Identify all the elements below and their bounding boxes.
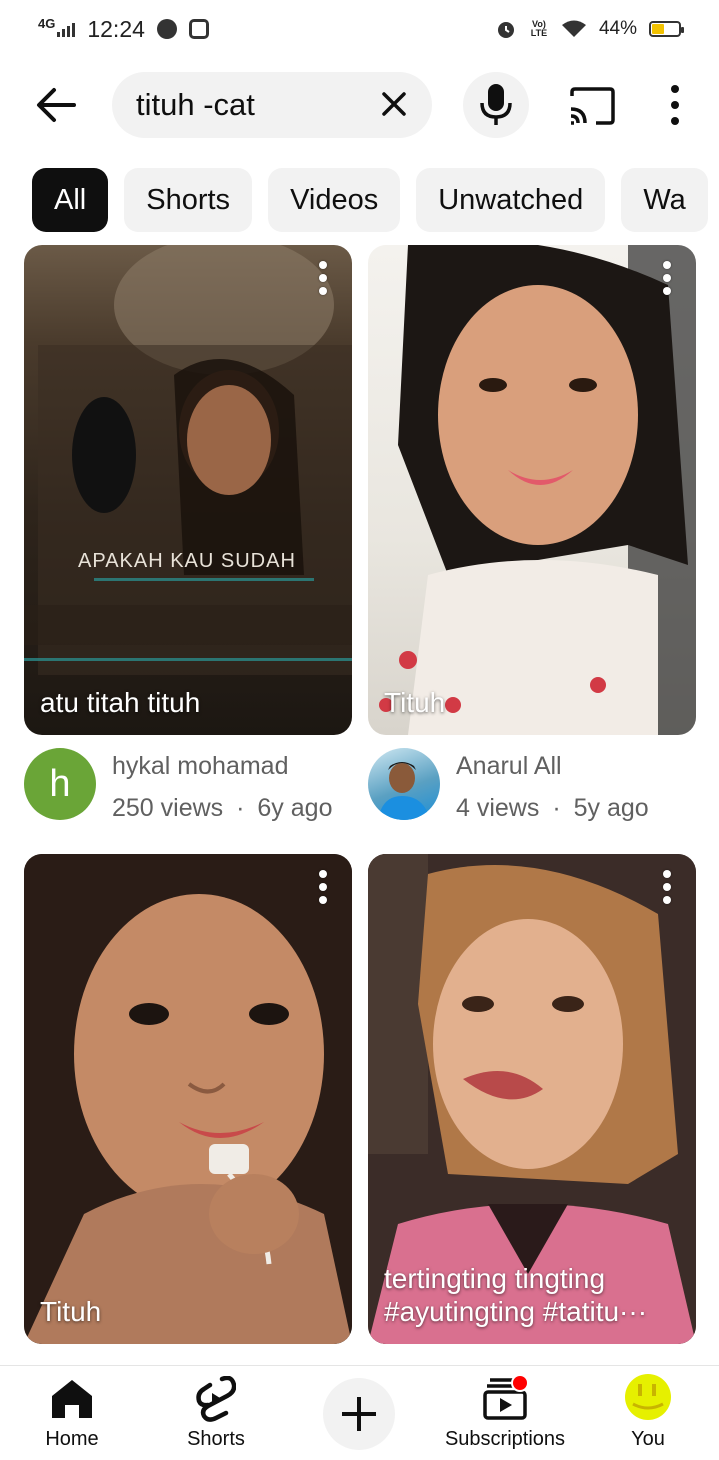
close-icon [382, 92, 406, 116]
network-type: 4G [38, 15, 56, 31]
video-menu-button[interactable] [318, 261, 328, 295]
video-thumbnail[interactable]: Tituh [24, 854, 352, 1344]
thumbnail-image [379, 245, 696, 735]
nav-subscriptions[interactable]: Subscriptions [440, 1366, 570, 1460]
search-input[interactable]: tituh -cat [112, 72, 432, 138]
create-button[interactable] [323, 1378, 395, 1450]
search-query: tituh -cat [136, 87, 255, 122]
more-vertical-icon [663, 870, 671, 878]
avatar-photo [378, 762, 430, 820]
video-title: tertingting tingting #ayutingting #tatit… [384, 1263, 648, 1327]
shorts-icon [196, 1376, 236, 1422]
avatar-image [632, 1384, 664, 1410]
channel-avatar[interactable]: h [24, 748, 96, 820]
chip-watched[interactable]: Wa [621, 168, 708, 232]
nav-subscriptions-label: Subscriptions [444, 1428, 566, 1450]
nav-home[interactable]: Home [22, 1366, 122, 1460]
search-header: tituh -cat [0, 72, 719, 138]
plus-icon [342, 1397, 376, 1431]
menu-dot [663, 896, 671, 904]
menu-dot [319, 896, 327, 904]
clear-search-button[interactable] [380, 90, 408, 118]
video-title: Tituh [40, 1296, 102, 1327]
signal-icon [57, 21, 76, 37]
video-meta: h hykal mohamad 250 views · 6y ago [24, 748, 354, 828]
menu-dot [319, 287, 327, 295]
chip-unwatched[interactable]: Unwatched [416, 168, 606, 232]
status-right: Vo) LTE 44% [495, 18, 684, 40]
thumbnail-image [24, 245, 352, 675]
nav-you-label: You [631, 1428, 665, 1450]
channel-name: hykal mohamad [112, 752, 289, 780]
status-left: 4G 12:24 [38, 16, 209, 43]
channel-avatar[interactable] [368, 748, 440, 820]
volte-icon: Vo) LTE [530, 19, 548, 38]
view-count: 4 views [456, 794, 540, 822]
video-thumbnail[interactable]: Tituh [368, 245, 696, 735]
channel-name: Anarul All [456, 752, 562, 780]
chip-videos[interactable]: Videos [268, 168, 401, 232]
bottom-navigation: Home Shorts Subscriptions You [0, 1365, 719, 1460]
thumbnail-caption: APAKAH KAU SUDAH [78, 550, 296, 572]
more-vertical-icon [319, 261, 327, 269]
chip-all[interactable]: All [32, 168, 109, 232]
status-bar: 4G 12:24 Vo) LTE 44% [0, 0, 719, 58]
battery-percent: 44% [598, 18, 637, 39]
mic-icon [480, 84, 512, 125]
voice-search-button[interactable] [463, 72, 529, 138]
menu-dot [319, 883, 327, 891]
video-title: atu titah tituh [40, 687, 201, 718]
clock: 12:24 [87, 15, 145, 42]
nav-you[interactable]: You [598, 1366, 698, 1460]
alarm-icon [497, 22, 514, 38]
menu-dot [663, 274, 671, 282]
video-stats: 250 views · 6y ago [112, 794, 332, 823]
menu-dot [663, 287, 671, 295]
video-menu-button[interactable] [662, 870, 672, 904]
more-dot [671, 101, 679, 109]
notification-dot [511, 1374, 529, 1392]
nav-shorts[interactable]: Shorts [166, 1366, 266, 1460]
menu-dot [319, 274, 327, 282]
stats-separator: · [236, 794, 245, 822]
messenger-icon [156, 19, 177, 39]
video-stats: 4 views · 5y ago [456, 794, 649, 823]
video-menu-button[interactable] [318, 870, 328, 904]
cast-icon [570, 87, 615, 125]
avatar-letter: h [49, 762, 71, 805]
arrow-left-icon [37, 88, 76, 122]
thumbnail-image [24, 854, 352, 1344]
video-thumbnail[interactable]: APAKAH KAU SUDAH atu titah tituh [24, 245, 352, 735]
upload-age: 6y ago [257, 794, 333, 822]
video-title: Tituh [384, 687, 446, 718]
you-avatar [625, 1374, 671, 1420]
nav-home-label: Home [45, 1428, 99, 1450]
video-meta: Anarul All 4 views · 5y ago [368, 748, 698, 828]
view-count: 250 views [112, 794, 224, 822]
wifi-icon [561, 20, 586, 37]
home-icon [52, 1380, 92, 1418]
battery-fill [652, 24, 665, 34]
more-options-button[interactable] [660, 85, 690, 125]
more-vertical-icon [319, 870, 327, 878]
video-thumbnail[interactable]: tertingting tingting #ayutingting #tatit… [368, 854, 696, 1344]
stats-separator: · [552, 794, 561, 822]
filter-chips: All Shorts Videos Unwatched Wa [32, 168, 708, 232]
instagram-icon [188, 19, 209, 39]
upload-age: 5y ago [573, 794, 649, 822]
more-dot [671, 117, 679, 125]
chip-shorts[interactable]: Shorts [124, 168, 253, 232]
video-menu-button[interactable] [662, 261, 672, 295]
battery-icon [649, 21, 684, 37]
cast-button[interactable] [568, 86, 616, 126]
back-button[interactable] [34, 85, 78, 125]
menu-dot [663, 883, 671, 891]
more-vertical-icon [663, 261, 671, 269]
nav-shorts-label: Shorts [187, 1428, 245, 1450]
more-vertical-icon [671, 85, 679, 93]
